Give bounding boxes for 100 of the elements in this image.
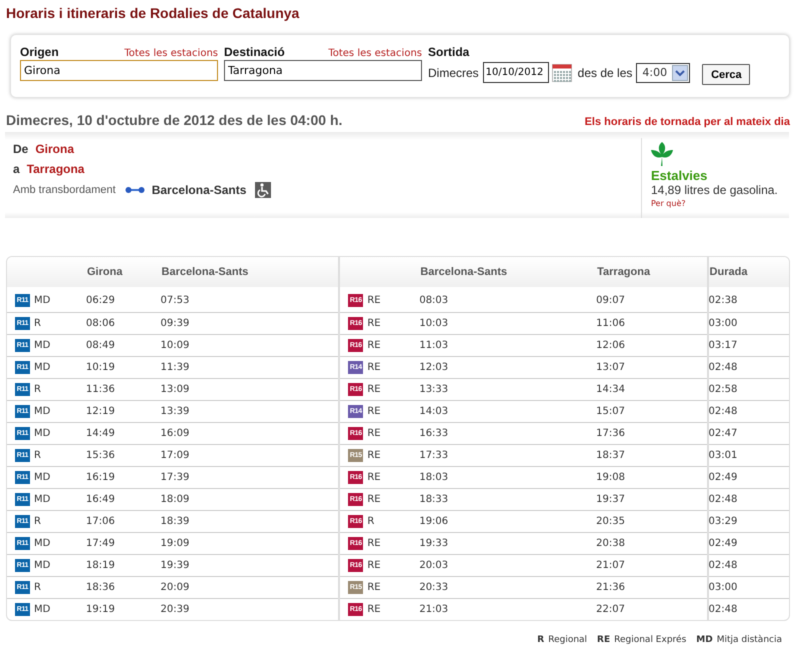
train-type: R [34, 582, 41, 593]
train-type: RE [367, 604, 381, 615]
legend-code: RE [597, 635, 610, 645]
table-cell: 21:36 [596, 582, 625, 593]
table-cell: 15:36 [86, 450, 115, 461]
train-type: MD [34, 494, 50, 505]
table-cell: 14:03 [419, 406, 448, 417]
table-cell: 16:33 [419, 428, 448, 439]
table-cell: 19:19 [86, 604, 115, 615]
table-cell: 14:34 [596, 384, 625, 395]
table-cell: 13:07 [596, 362, 625, 373]
table-cell: 08:49 [86, 340, 115, 351]
table-cell: 02:47 [708, 428, 738, 439]
table-cell: 19:09 [160, 538, 190, 549]
table-cell: 20:35 [596, 516, 625, 527]
table-cell: 11:06 [596, 318, 625, 329]
table-cell: 17:33 [419, 450, 448, 461]
table-cell: 19:39 [160, 560, 190, 571]
field-label: Sortida [428, 45, 470, 59]
return-link[interactable]: Els horaris de tornada per al mateix dia [584, 116, 790, 128]
table-cell: 20:03 [419, 560, 448, 571]
legend-code: R [537, 635, 544, 645]
transfer-station: Barcelona-Sants [152, 183, 246, 197]
legend-code: MD [696, 635, 713, 645]
table-cell: 20:38 [596, 538, 625, 549]
table-cell: 02:48 [708, 494, 738, 505]
table-cell: 02:48 [708, 560, 738, 571]
train-type: MD [34, 406, 50, 417]
from-label: De [13, 142, 28, 156]
column-header: Tarragona [597, 266, 650, 278]
train-type: RE [367, 538, 381, 549]
train-type: RE [367, 384, 381, 395]
search-button[interactable]: Cerca [702, 64, 750, 85]
table-cell: 17:09 [160, 450, 190, 461]
column-header: Girona [87, 266, 122, 278]
table-cell: 17:06 [86, 516, 115, 527]
table-cell: 15:07 [596, 406, 625, 417]
table-cell: 10:09 [160, 340, 190, 351]
column-header: Barcelona-Sants [420, 266, 508, 278]
table-cell: 11:03 [419, 340, 448, 351]
savings-text: 14,89 litres de gasolina. [651, 183, 778, 197]
why-link[interactable]: Per què? [651, 199, 686, 208]
table-cell: 12:19 [86, 406, 115, 417]
table-cell: 18:37 [596, 450, 625, 461]
text-field[interactable]: Girona [20, 60, 218, 81]
table-cell: 11:36 [86, 384, 115, 395]
train-type: RE [367, 560, 381, 571]
table-cell: 02:58 [708, 384, 738, 395]
all-stations-link[interactable]: Totes les estacions [124, 48, 218, 59]
text-field[interactable]: Tarragona [224, 60, 422, 81]
table-cell: 22:07 [596, 604, 625, 615]
legend-label: Mitja distància [716, 635, 782, 645]
calendar-icon[interactable] [552, 64, 572, 82]
day-label: Dimecres [428, 66, 479, 80]
train-type: MD [34, 340, 50, 351]
origin-link[interactable]: Girona [35, 142, 74, 156]
train-type: RE [367, 428, 381, 439]
table-cell: 02:48 [708, 406, 738, 417]
transfer-label: Amb transbordament [13, 184, 116, 196]
train-type: R [34, 450, 41, 461]
train-type: RE [367, 450, 381, 461]
destination-link[interactable]: Tarragona [26, 162, 84, 176]
legend-label: Regional Exprés [614, 635, 686, 645]
train-type: MD [34, 604, 50, 615]
train-type: R [367, 516, 374, 527]
table-cell: 03:17 [708, 340, 738, 351]
table-cell: 11:39 [160, 362, 190, 373]
date-field[interactable]: 10/10/2012 [482, 62, 549, 83]
table-cell: 20:09 [160, 582, 190, 593]
train-type: RE [367, 340, 381, 351]
table-cell: 03:01 [708, 450, 738, 461]
table-cell: 21:07 [596, 560, 625, 571]
time-label: des de les [578, 66, 632, 80]
table-cell: 16:19 [86, 472, 115, 483]
train-type: R [34, 516, 41, 527]
table-cell: 02:49 [708, 472, 738, 483]
table-cell: 21:03 [419, 604, 448, 615]
time-select[interactable]: 4:00 [636, 62, 690, 82]
train-type: RE [367, 294, 381, 306]
table-cell: 10:19 [86, 362, 115, 373]
table-cell: 18:39 [160, 516, 190, 527]
transfer-icon [124, 186, 145, 194]
table-cell: 20:39 [160, 604, 190, 615]
table-cell: 19:08 [596, 472, 625, 483]
field-label: Origen [20, 45, 59, 59]
train-type: MD [34, 294, 50, 306]
legend-label: Regional [548, 635, 588, 645]
table-cell: 17:36 [596, 428, 625, 439]
page-title: Horaris i itineraris de Rodalies de Catalunya [6, 5, 300, 23]
table-cell: 13:09 [160, 384, 190, 395]
all-stations-link[interactable]: Totes les estacions [328, 48, 422, 59]
table-cell: 13:33 [419, 384, 448, 395]
table-cell: 02:49 [708, 538, 738, 549]
train-type: RE [367, 318, 381, 329]
train-type: RE [367, 472, 381, 483]
train-type: MD [34, 472, 50, 483]
table-cell: 02:48 [708, 362, 738, 373]
table-cell: 03:29 [708, 516, 738, 527]
train-type: R [34, 318, 41, 329]
table-cell: 17:39 [160, 472, 190, 483]
